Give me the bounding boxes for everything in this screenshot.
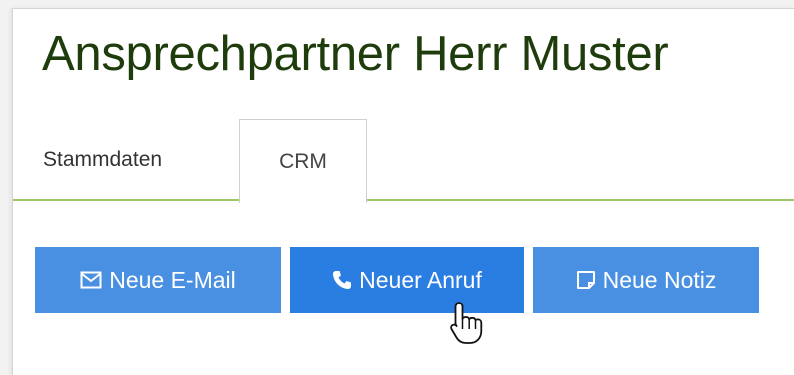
phone-icon: [333, 271, 352, 289]
new-email-label: Neue E-Mail: [109, 266, 236, 293]
tab-crm-label: CRM: [279, 149, 327, 173]
page-title: Ansprechpartner Herr Muster: [42, 27, 669, 81]
tab-stammdaten-label: Stammdaten: [43, 148, 163, 171]
contact-panel: Ansprechpartner Herr Muster Stammdaten C…: [12, 8, 794, 375]
tab-bar: Stammdaten CRM: [13, 119, 794, 203]
new-note-label: Neue Notiz: [602, 266, 717, 293]
new-call-button[interactable]: Neuer Anruf: [290, 247, 524, 313]
hand-cursor-icon: [450, 302, 483, 344]
tab-crm[interactable]: CRM: [239, 119, 367, 203]
new-note-button[interactable]: Neue Notiz: [533, 247, 759, 313]
tab-stammdaten[interactable]: Stammdaten: [43, 119, 208, 201]
new-call-label: Neuer Anruf: [359, 266, 482, 293]
tab-underline: [13, 199, 794, 201]
new-email-button[interactable]: Neue E-Mail: [35, 247, 281, 313]
note-icon: [576, 271, 595, 289]
envelope-icon: [80, 271, 102, 289]
